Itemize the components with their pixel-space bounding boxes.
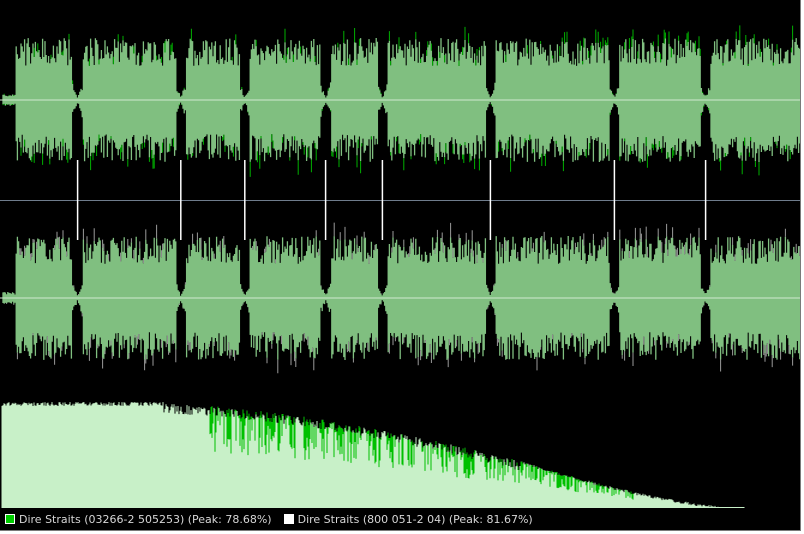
- legend-label-track-b: Dire Straits (800 051-2 04) (Peak: 81.67…: [297, 512, 533, 526]
- waveform-comparison-window: Dire Straits (03266-2 505253) (Peak: 78.…: [0, 0, 801, 531]
- track-b-swatch: [283, 514, 294, 524]
- frequency-spectrum: [1, 402, 745, 508]
- waveform-top-channel: [0, 25, 800, 200]
- legend-label-track-a: Dire Straits (03266-2 505253) (Peak: 78.…: [19, 512, 272, 526]
- legend-item-track-a: Dire Straits (03266-2 505253) (Peak: 78.…: [5, 513, 272, 526]
- track-a-swatch: [5, 514, 15, 524]
- waveform-bottom-channel: [0, 200, 800, 374]
- legend-bar: Dire Straits (03266-2 505253) (Peak: 78.…: [0, 508, 800, 530]
- legend-item-track-b: Dire Straits (800 051-2 04) (Peak: 81.67…: [283, 512, 533, 526]
